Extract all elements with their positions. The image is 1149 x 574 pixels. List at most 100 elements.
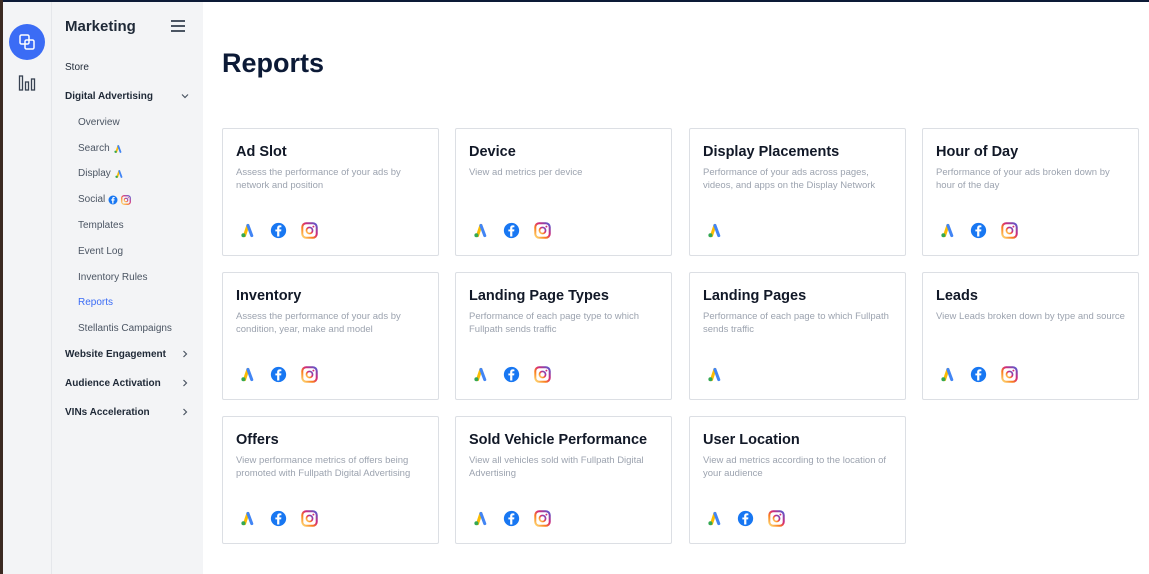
card-description: Performance of each page type to which F… <box>469 311 640 335</box>
sidebar-item-label: Digital Advertising <box>65 91 153 102</box>
card-channel-icons <box>239 222 318 239</box>
google-ads-icon <box>472 366 489 383</box>
sidebar-item-label: Store <box>65 62 89 73</box>
sidebar-item-label: Website Engagement <box>65 349 166 360</box>
google-ads-icon <box>706 222 723 239</box>
chevron-down-icon <box>180 91 190 104</box>
layers-icon <box>19 34 35 50</box>
report-card-ad-slot[interactable]: Ad Slot Assess the performance of your ad… <box>222 128 439 256</box>
card-description: View performance metrics of offers being… <box>236 455 411 479</box>
card-channel-icons <box>239 510 318 527</box>
rail-analytics-button[interactable] <box>9 65 45 101</box>
report-card-sold-vehicle-performance[interactable]: Sold Vehicle Performance View all vehicle… <box>455 416 672 544</box>
sidebar-item-label: Inventory Rules <box>78 272 148 283</box>
menu-icon[interactable] <box>171 20 185 32</box>
report-card-inventory[interactable]: Inventory Assess the performance of your … <box>222 272 439 400</box>
card-title: Hour of Day <box>936 144 1019 160</box>
sidebar-item-display[interactable]: Display <box>78 168 203 179</box>
report-card-offers[interactable]: Offers View performance metrics of offers… <box>222 416 439 544</box>
instagram-icon <box>534 366 551 383</box>
card-title: Inventory <box>236 288 302 304</box>
instagram-icon <box>121 194 132 205</box>
sidebar-item-label: Event Log <box>78 246 124 257</box>
report-card-landing-page-types[interactable]: Landing Page Types Performance of each pa… <box>455 272 672 400</box>
card-title: Display Placements <box>703 144 840 160</box>
report-card-device[interactable]: Device View ad metrics per device <box>455 128 672 256</box>
facebook-icon <box>270 222 287 239</box>
google-ads-icon <box>706 510 723 527</box>
report-card-user-location[interactable]: User Location View ad metrics according t… <box>689 416 906 544</box>
card-description: Performance of your ads across pages, vi… <box>703 167 876 191</box>
instagram-icon <box>534 222 551 239</box>
card-description: View Leads broken down by type and sourc… <box>936 311 1125 322</box>
card-title: Leads <box>936 288 978 304</box>
chevron-right-icon <box>180 407 190 420</box>
page-title: Reports <box>222 48 325 78</box>
google-ads-icon <box>239 222 256 239</box>
sidebar-item-stellantis-campaigns[interactable]: Stellantis Campaigns <box>78 323 203 334</box>
card-description: Assess the performance of your ads by ne… <box>236 167 401 191</box>
sidebar-item-label: Overview <box>78 117 120 128</box>
sidebar-title: Marketing <box>65 18 136 35</box>
card-channel-icons <box>939 222 1018 239</box>
sidebar-item-label: Search <box>78 143 110 154</box>
card-channel-icons <box>239 366 318 383</box>
bar-chart-icon <box>18 75 36 91</box>
sidebar-item-social[interactable]: Social <box>78 194 203 205</box>
chevron-right-icon <box>180 378 190 391</box>
sidebar-item-label: VINs Acceleration <box>65 407 150 418</box>
sidebar-item-label: Stellantis Campaigns <box>78 323 172 334</box>
sidebar-item-event-log[interactable]: Event Log <box>78 246 203 257</box>
card-channel-icons <box>472 222 551 239</box>
sidebar-item-vins-acceleration[interactable]: VINs Acceleration <box>65 407 190 418</box>
report-card-hour-of-day[interactable]: Hour of Day Performance of your ads broke… <box>922 128 1139 256</box>
card-channel-icons <box>706 222 723 239</box>
app-rail <box>3 2 52 574</box>
report-card-display-placements[interactable]: Display Placements Performance of your ad… <box>689 128 906 256</box>
card-channel-icons <box>706 366 723 383</box>
card-title: Landing Pages <box>703 288 807 304</box>
report-card-leads[interactable]: Leads View Leads broken down by type and … <box>922 272 1139 400</box>
card-description: View ad metrics according to the locatio… <box>703 455 887 479</box>
facebook-icon <box>737 510 754 527</box>
sidebar-item-reports[interactable]: Reports <box>78 297 203 308</box>
card-title: User Location <box>703 432 800 448</box>
sidebar-item-website-engagement[interactable]: Website Engagement <box>65 349 190 360</box>
sidebar-item-label: Display <box>78 168 111 179</box>
google-ads-icon <box>239 510 256 527</box>
google-ads-icon <box>113 144 123 154</box>
report-card-landing-pages[interactable]: Landing Pages Performance of each page to… <box>689 272 906 400</box>
sidebar-item-label: Templates <box>78 220 124 231</box>
google-ads-icon <box>939 222 956 239</box>
sidebar-item-overview[interactable]: Overview <box>78 117 203 128</box>
google-ads-icon <box>239 366 256 383</box>
facebook-icon <box>270 366 287 383</box>
card-title: Ad Slot <box>236 144 287 160</box>
facebook-icon <box>970 222 987 239</box>
rail-marketing-button[interactable] <box>9 24 45 60</box>
sidebar-item-inventory-rules[interactable]: Inventory Rules <box>78 272 203 283</box>
instagram-icon <box>301 366 318 383</box>
card-description: View all vehicles sold with Fullpath Dig… <box>469 455 644 479</box>
facebook-icon <box>503 366 520 383</box>
google-ads-icon <box>472 222 489 239</box>
sidebar-item-audience-activation[interactable]: Audience Activation <box>65 378 190 389</box>
sidebar-item-label: Social <box>78 194 106 205</box>
card-description: Performance of your ads broken down by h… <box>936 167 1110 191</box>
google-ads-icon <box>706 366 723 383</box>
sidebar-item-templates[interactable]: Templates <box>78 220 203 231</box>
instagram-icon <box>301 222 318 239</box>
instagram-icon <box>534 510 551 527</box>
main-content: Reports Ad Slot Assess the performance of… <box>203 2 1149 574</box>
sidebar-item-digital-advertising[interactable]: Digital Advertising <box>65 91 190 102</box>
sidebar-item-search[interactable]: Search <box>78 143 203 154</box>
facebook-icon <box>503 510 520 527</box>
google-ads-icon <box>939 366 956 383</box>
sidebar-item-store[interactable]: Store <box>65 62 190 73</box>
card-description: Assess the performance of your ads by co… <box>236 311 401 335</box>
google-ads-icon <box>472 510 489 527</box>
card-title: Device <box>469 144 516 160</box>
sidebar: Marketing Store Digital Advertising Overvi… <box>52 2 203 574</box>
card-channel-icons <box>472 366 551 383</box>
sidebar-item-label: Audience Activation <box>65 378 161 389</box>
